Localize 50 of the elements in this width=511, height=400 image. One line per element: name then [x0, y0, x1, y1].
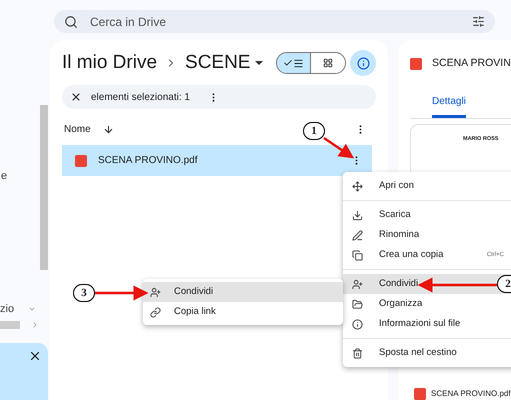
sidebar-text: e [1, 169, 8, 184]
details-tab[interactable]: Dettagli [432, 94, 466, 118]
menu-item[interactable]: Sposta nel cestino [343, 343, 511, 363]
info-icon [352, 318, 363, 330]
close-icon[interactable] [70, 91, 82, 103]
filter-icon[interactable] [472, 15, 485, 28]
dropdown-icon[interactable] [255, 61, 264, 65]
list-icon [293, 58, 304, 68]
link-icon [150, 306, 161, 318]
close-icon[interactable] [28, 349, 42, 363]
info-button[interactable] [350, 50, 376, 76]
arrow [95, 286, 148, 300]
chevron-icon[interactable] [31, 321, 39, 329]
search-bar[interactable]: Cerca in Drive [54, 10, 495, 33]
arrow [323, 136, 354, 158]
pdf-icon [410, 58, 422, 70]
menu-item[interactable]: Organizza [343, 294, 511, 314]
folder-title[interactable]: SCENE [185, 48, 250, 78]
menu-item[interactable]: Rinomina [343, 225, 511, 245]
menu-item[interactable]: Apri con [343, 176, 511, 196]
column-header[interactable]: Nome [64, 122, 91, 136]
folder-icon [352, 298, 363, 310]
menu-item[interactable]: Copia link [143, 302, 343, 322]
search-icon [64, 14, 78, 28]
selection-count: elementi selezionati: 1 [91, 90, 190, 104]
file-name: SCENA PROVINO.pdf [98, 154, 198, 168]
list-view-button[interactable] [277, 53, 311, 73]
menu-item[interactable]: Scarica [343, 205, 511, 225]
breadcrumb-link[interactable]: Il mio Drive [62, 48, 158, 78]
search-field[interactable]: Cerca in Drive [90, 12, 472, 30]
menu-item[interactable]: Condividi [143, 282, 343, 302]
download-icon [352, 210, 363, 220]
file-row[interactable]: SCENA PROVINO.pdf [62, 145, 372, 176]
sidebar-text: zio [0, 302, 14, 316]
info-icon [356, 56, 370, 70]
pencil-icon [352, 230, 363, 240]
person-add-icon [352, 278, 363, 290]
details-title: SCENA PROVIN [432, 56, 511, 71]
trash-icon [352, 348, 363, 358]
move-icon [352, 180, 363, 192]
storage-bar [0, 321, 20, 329]
copy-icon [352, 250, 363, 260]
person-add-icon [150, 286, 161, 298]
pdf-icon [414, 388, 426, 400]
grid-icon [323, 58, 333, 68]
menu-item[interactable]: Informazioni sul file [343, 314, 511, 334]
file-name: SCENA PROVINO.pdf [431, 388, 511, 400]
check-icon [283, 58, 293, 68]
pdf-icon [75, 154, 87, 166]
sort-arrow-icon[interactable] [102, 124, 114, 134]
